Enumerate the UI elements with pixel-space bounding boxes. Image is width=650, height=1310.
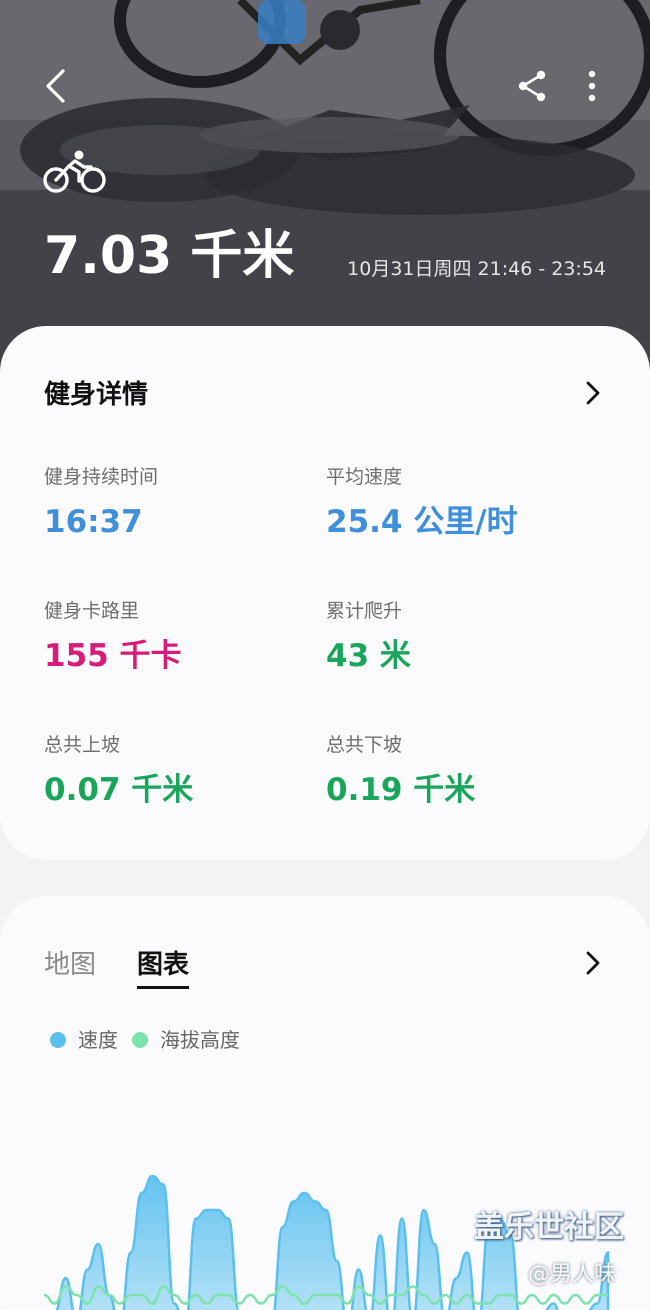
stat-calories: 健身卡路里 155 千卡 (44, 598, 182, 678)
chart-legend: 速度 海拔高度 (50, 1026, 254, 1054)
details-title: 健身详情 (44, 380, 149, 410)
stat-label: 平均速度 (326, 466, 403, 488)
details-expand-button[interactable] (578, 378, 608, 408)
watermark-user: @男人味 (528, 1262, 617, 1287)
stat-label: 总共上坡 (44, 734, 121, 756)
chart-expand-button[interactable] (578, 948, 608, 978)
legend-dot-altitude (132, 1032, 148, 1048)
legend-item-speed[interactable]: 速度 (50, 1026, 118, 1054)
legend-item-altitude[interactable]: 海拔高度 (132, 1026, 240, 1054)
stat-label: 累计爬升 (326, 600, 403, 622)
stat-uphill: 总共上坡 0.07 千米 (44, 732, 193, 812)
stat-downhill: 总共下坡 0.19 千米 (326, 732, 475, 812)
stat-label: 健身卡路里 (44, 600, 140, 622)
stat-value: 155 千卡 (44, 638, 182, 674)
tab-map[interactable]: 地图 (44, 948, 96, 986)
stat-avg-speed: 平均速度 25.4 公里/时 (326, 464, 518, 544)
watermark-brand: 盖乐世社区 (474, 1210, 624, 1245)
sport-type (42, 150, 108, 198)
workout-details-card: 健身详情 健身持续时间 16:37 平均速度 25.4 公里/时 健身卡路里 1… (0, 326, 650, 860)
legend-dot-speed (50, 1032, 66, 1048)
back-icon (46, 69, 65, 103)
chevron-right-icon (586, 381, 600, 405)
more-vertical-icon (588, 70, 596, 102)
chevron-right-icon (586, 951, 600, 975)
stat-value: 25.4 公里/时 (326, 504, 518, 540)
share-button[interactable] (508, 62, 556, 110)
tab-chart[interactable]: 图表 (137, 948, 190, 989)
stat-label: 总共下坡 (326, 734, 403, 756)
back-button[interactable] (32, 62, 80, 110)
bicycle-icon (43, 150, 106, 193)
stat-label: 健身持续时间 (44, 466, 159, 488)
workout-time-range: 10月31日周四 21:46 - 23:54 (347, 258, 606, 280)
more-options-button[interactable] (568, 62, 616, 110)
stat-value: 43 米 (326, 638, 411, 674)
stat-duration: 健身持续时间 16:37 (44, 464, 158, 544)
stat-value: 0.07 千米 (44, 772, 194, 808)
distance-value: 7.03 千米 (44, 226, 295, 286)
share-icon (518, 70, 546, 102)
workout-hero: 7.03 千米 10月31日周四 21:46 - 23:54 (0, 0, 650, 380)
stat-value: 16:37 (44, 504, 143, 540)
stat-value: 0.19 千米 (326, 772, 476, 808)
stat-elevation-gain: 累计爬升 43 米 (326, 598, 411, 678)
legend-label: 海拔高度 (160, 1028, 240, 1052)
legend-label: 速度 (78, 1028, 118, 1052)
